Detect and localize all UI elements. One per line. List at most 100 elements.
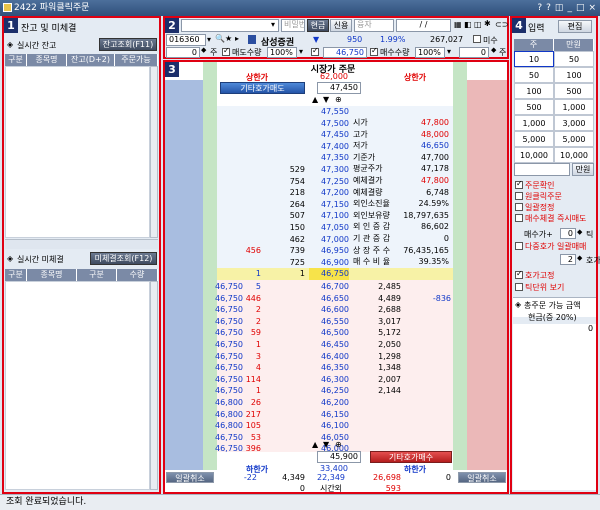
option-row[interactable]: 일괄정정: [514, 202, 598, 213]
sell-percent-select[interactable]: 100%: [267, 47, 297, 58]
ask-row[interactable]: 1 1 46,750: [217, 268, 453, 280]
ask-price[interactable]: 46,900: [309, 257, 349, 269]
ask-price[interactable]: 47,150: [309, 199, 349, 211]
bid-price[interactable]: 46,300: [309, 374, 349, 386]
restore-icon[interactable]: ◫: [555, 1, 564, 15]
scroll-down-icon[interactable]: ▼: [323, 95, 329, 104]
unfilled-table-body[interactable]: [5, 281, 150, 490]
scroll-up-icon[interactable]: ▲: [312, 440, 318, 449]
price-input[interactable]: 46,750: [323, 47, 367, 58]
multi-price-input[interactable]: 2: [560, 254, 576, 265]
share-unit-cell[interactable]: 500: [514, 99, 554, 115]
help-icon[interactable]: ?: [537, 1, 542, 15]
center-icon[interactable]: ⊕: [335, 440, 342, 449]
buy-other-price[interactable]: 45,900: [317, 451, 361, 463]
password-field[interactable]: 비밀번호: [281, 19, 305, 32]
unfilled-query-button[interactable]: 미체결조회(F12): [90, 252, 157, 265]
credit-button[interactable]: 신용: [330, 19, 352, 32]
bid-price[interactable]: 46,650: [309, 293, 349, 305]
account-select[interactable]: [181, 19, 279, 32]
buy-order-column[interactable]: [467, 80, 507, 470]
unpaid-checkbox[interactable]: [473, 35, 481, 43]
bid-row[interactable]: 46,750 114 46,300 2,007: [215, 374, 453, 386]
share-unit-cell[interactable]: 100: [514, 83, 554, 99]
edit-button[interactable]: 편집: [558, 20, 592, 33]
share-unit-cell[interactable]: 5,000: [514, 131, 554, 147]
cash-button[interactable]: 현금: [307, 19, 329, 32]
option-checkbox[interactable]: [515, 192, 523, 200]
bid-price[interactable]: 46,200: [309, 397, 349, 409]
amount-unit-cell[interactable]: 3,000: [554, 115, 594, 131]
amount-unit-cell[interactable]: 5,000: [554, 131, 594, 147]
buy-quantity-input[interactable]: 0: [459, 47, 489, 58]
date-field[interactable]: / /: [396, 19, 451, 32]
stepper-icon[interactable]: ◆: [201, 46, 206, 54]
bid-row[interactable]: 46,750 59 46,500 5,172: [215, 327, 453, 339]
link-icon[interactable]: ⊂⊃: [495, 20, 508, 29]
option-checkbox[interactable]: [515, 214, 523, 222]
bid-row[interactable]: 46,800 105 46,100: [215, 420, 453, 432]
bid-row[interactable]: 46,750 2 46,600 2,688: [215, 304, 453, 316]
option-checkbox[interactable]: [515, 203, 523, 211]
gear-icon[interactable]: ✱: [484, 19, 491, 28]
share-unit-cell[interactable]: 10,000: [514, 147, 554, 163]
splitter[interactable]: [5, 239, 158, 249]
amount-unit-cell[interactable]: 100: [554, 67, 594, 83]
balance-table-body[interactable]: [5, 66, 150, 238]
maximize-icon[interactable]: □: [576, 1, 585, 15]
ask-price[interactable]: 46,750: [309, 268, 349, 280]
option-row[interactable]: 주문확인: [514, 179, 598, 191]
amount-unit-cell[interactable]: 50: [554, 51, 594, 67]
bid-price[interactable]: 46,450: [309, 339, 349, 351]
ask-row[interactable]: 47,550: [217, 106, 453, 118]
share-unit-cell[interactable]: 50: [514, 67, 554, 83]
ask-price[interactable]: 47,550: [309, 106, 349, 118]
multi-price-checkbox[interactable]: [515, 242, 523, 250]
tick-input[interactable]: 0: [560, 228, 576, 239]
bid-row[interactable]: 46,750 1 46,250 2,144: [215, 385, 453, 397]
bid-row[interactable]: 46,800 217 46,150: [215, 409, 453, 421]
chevron-down-icon[interactable]: ▾: [271, 20, 275, 29]
pin-icon[interactable]: ?: [546, 1, 551, 15]
sell-other-price[interactable]: 47,450: [317, 82, 361, 94]
ask-price[interactable]: 46,950: [309, 245, 349, 257]
stock-code-input[interactable]: 016360: [166, 34, 206, 46]
sell-quantity-input[interactable]: 0: [166, 47, 200, 58]
bid-price[interactable]: 46,400: [309, 351, 349, 363]
buy-qty-checkbox[interactable]: [370, 46, 378, 56]
ask-price[interactable]: 47,500: [309, 118, 349, 130]
buy-percent-select[interactable]: 100%: [415, 47, 445, 58]
ask-price[interactable]: 47,400: [309, 141, 349, 153]
bid-row[interactable]: 46,750 3 46,400 1,298: [215, 351, 453, 363]
scrollbar[interactable]: [150, 66, 158, 238]
scrollbar[interactable]: [150, 281, 158, 490]
cancel-all-buy-button[interactable]: 일괄취소: [458, 472, 506, 483]
minimize-icon[interactable]: _: [567, 1, 572, 15]
ask-price[interactable]: 47,100: [309, 210, 349, 222]
stepper-icon[interactable]: ◆: [577, 254, 582, 262]
sell-qty-checkbox[interactable]: [222, 46, 230, 56]
chevron-down-icon[interactable]: ▾: [207, 35, 211, 44]
share-unit-cell[interactable]: 1,000: [514, 115, 554, 131]
bid-row[interactable]: 46,750 4 46,350 1,348: [215, 362, 453, 374]
balance-query-button[interactable]: 잔고조회(F11): [99, 38, 157, 51]
sell-order-column[interactable]: [165, 80, 203, 470]
star-icon[interactable]: ★: [225, 34, 232, 43]
copy-icon[interactable]: ◧: [464, 20, 472, 29]
ask-price[interactable]: 47,050: [309, 222, 349, 234]
share-unit-cell[interactable]: 10: [514, 51, 554, 67]
close-icon[interactable]: ×: [588, 1, 596, 15]
window-icon[interactable]: ◫: [474, 20, 482, 29]
manwon-button[interactable]: 만원: [572, 163, 594, 176]
bid-price[interactable]: 46,600: [309, 304, 349, 316]
bid-price[interactable]: 46,150: [309, 409, 349, 421]
bid-price[interactable]: 46,250: [309, 385, 349, 397]
amount-unit-cell[interactable]: 1,000: [554, 99, 594, 115]
calendar-icon[interactable]: ▦: [454, 20, 462, 29]
ask-price[interactable]: 47,300: [309, 164, 349, 176]
bid-row[interactable]: 46,750 2 46,550 3,017: [215, 316, 453, 328]
bid-row[interactable]: 46,750 5 46,700 2,485: [215, 281, 453, 293]
chevron-down-icon[interactable]: ▾: [299, 47, 303, 56]
other-price-sell-button[interactable]: 기타호가매도: [220, 82, 305, 94]
search-icon[interactable]: 🔍: [215, 34, 225, 43]
